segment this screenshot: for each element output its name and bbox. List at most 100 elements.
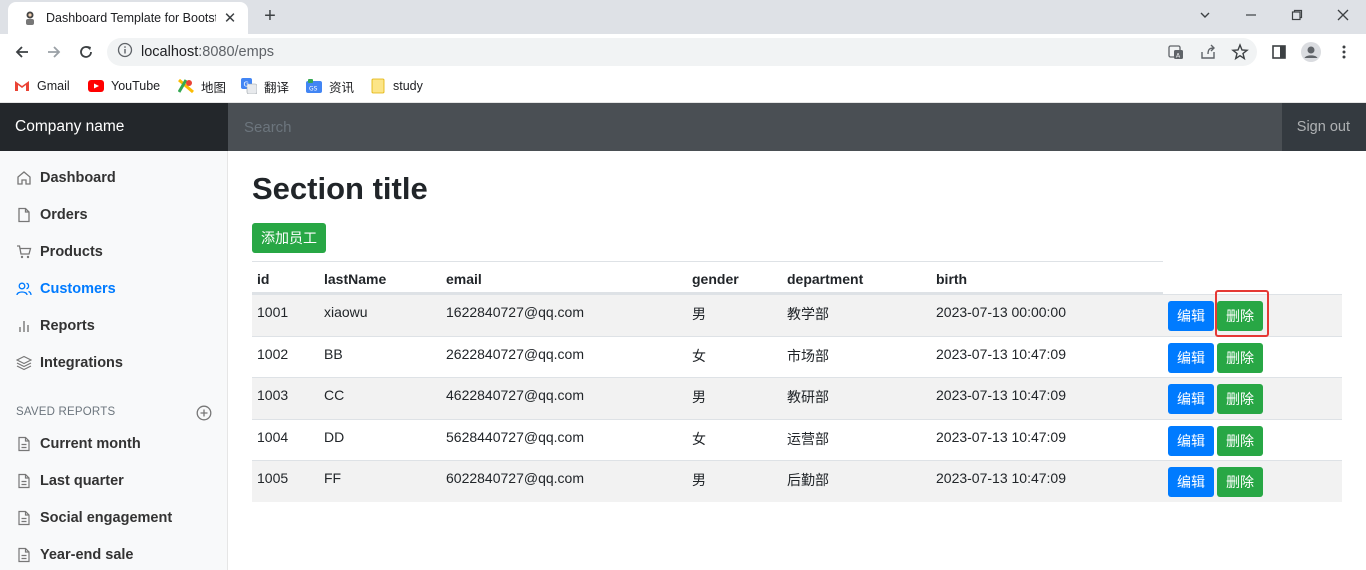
cell-gender: 男 [692,389,706,405]
maps-icon [178,78,194,94]
minimize-icon[interactable] [1228,0,1274,30]
cell-id: 1005 [257,470,289,486]
translate-page-icon[interactable]: A [1165,41,1187,63]
reload-icon[interactable] [72,38,100,66]
add-employee-button[interactable]: 添加员工 [252,223,326,253]
sidebar-item-reports[interactable]: Reports [16,314,95,338]
sidebar-item-customers[interactable]: Customers [16,277,116,301]
bookmark-gmail[interactable]: Gmail [14,76,70,96]
cell-lastname: DD [324,428,345,445]
back-icon[interactable] [8,38,36,66]
cell-birth: 2023-07-13 10:47:09 [936,470,1066,486]
table-row: 1001 xiaowu 1622840727@qq.com 男 教学部 2023… [252,294,1342,336]
users-icon [16,281,32,297]
saved-reports-heading: SAVED REPORTS [16,406,116,418]
add-report-icon[interactable] [196,405,212,421]
delete-button[interactable]: 删除 [1217,342,1263,373]
bookmark-youtube[interactable]: YouTube [88,76,160,96]
sidebar-item-orders[interactable]: Orders [16,203,88,227]
sidebar-item-label: Customers [40,281,116,297]
site-info-icon[interactable] [117,42,133,63]
svg-text:G: G [244,81,249,89]
sidebar-item-integrations[interactable]: Integrations [16,351,123,375]
sidebar-item-label: Products [40,244,103,260]
search-input[interactable] [228,103,1282,151]
layers-icon [16,355,32,371]
folder-icon [370,78,386,94]
new-tab-button[interactable]: + [258,4,282,28]
bookmark-star-icon[interactable] [1229,41,1251,63]
sidebar-item-social-engagement[interactable]: Social engagement [16,506,172,530]
side-panel-icon[interactable] [1268,41,1290,63]
app-navbar: Company name Sign out [0,103,1366,151]
news-icon: GS [306,78,322,94]
brand-link[interactable]: Company name [0,103,228,151]
sidebar-item-label: Year-end sale [40,547,134,563]
browser-tab[interactable]: Dashboard Template for Bootstrap ✕ [8,2,248,34]
bookmark-maps[interactable]: 地图 [178,76,226,96]
table-row: 1003 CC 4622840727@qq.com 男 教研部 2023-07-… [252,377,1342,419]
cell-gender: 男 [692,306,706,322]
cell-email: 1622840727@qq.com [446,304,584,320]
column-header-lastname: lastName [324,271,387,287]
sidebar-item-last-quarter[interactable]: Last quarter [16,469,124,493]
sidebar-item-label: Dashboard [40,170,116,186]
file-text-icon [16,510,32,526]
sign-out-link[interactable]: Sign out [1297,103,1350,151]
sidebar-item-products[interactable]: Products [16,240,103,264]
edit-button[interactable]: 编辑 [1168,467,1214,497]
sidebar-item-current-month[interactable]: Current month [16,432,141,456]
share-icon[interactable] [1197,41,1219,63]
menu-kebab-icon[interactable] [1333,41,1355,63]
close-window-icon[interactable] [1320,0,1366,30]
bookmark-label: 资讯 [329,80,355,95]
forward-icon[interactable] [40,38,68,66]
profile-avatar-icon[interactable] [1300,41,1322,63]
cell-lastname: BB [324,345,343,362]
sidebar-item-label: Last quarter [40,473,124,489]
bar-chart-icon [16,318,32,334]
favicon-icon [22,10,38,26]
cell-department: 市场部 [787,347,829,364]
cell-gender: 女 [692,347,706,364]
sidebar-item-year-end-sale[interactable]: Year-end sale [16,543,134,567]
bookmark-folder-study[interactable]: study [370,76,423,96]
restore-icon[interactable] [1274,0,1320,30]
bookmark-translate[interactable]: G 翻译 [241,76,289,96]
address-bar[interactable]: localhost:8080/emps [107,38,1257,66]
gmail-icon [14,78,30,94]
delete-button[interactable]: 删除 [1217,425,1263,456]
sidebar-item-dashboard[interactable]: Dashboard [16,166,116,190]
delete-button[interactable]: 删除 [1217,467,1263,497]
cell-department: 教研部 [787,389,829,405]
cell-lastname: FF [324,470,342,486]
sidebar-item-label: Reports [40,318,95,334]
svg-text:GS: GS [309,86,318,93]
cart-icon [16,244,32,260]
edit-button[interactable]: 编辑 [1168,425,1214,456]
file-text-icon [16,473,32,489]
cell-department: 后勤部 [787,472,829,488]
table-header: id lastName email gender department birt… [252,261,1163,294]
tab-close-icon[interactable]: ✕ [222,9,238,27]
cell-department: 运营部 [787,430,829,447]
cell-lastname: xiaowu [324,304,368,320]
column-header-birth: birth [936,271,968,287]
bookmark-news[interactable]: GS 资讯 [306,76,354,96]
delete-button[interactable]: 删除 [1217,384,1263,414]
tab-title: Dashboard Template for Bootstrap [46,11,216,25]
page-title: Section title [252,171,428,206]
url-text: localhost:8080/emps [141,44,274,60]
cell-email: 6022840727@qq.com [446,470,584,486]
column-header-id: id [257,271,270,287]
browser-toolbar: localhost:8080/emps A [0,34,1366,70]
main-content: Section title 添加员工 id lastName email gen… [228,151,1366,570]
cell-department: 教学部 [787,306,829,322]
cell-birth: 2023-07-13 10:47:09 [936,345,1066,362]
sidebar-item-label: Integrations [40,355,123,371]
tab-search-icon[interactable] [1182,0,1228,30]
edit-button[interactable]: 编辑 [1168,301,1214,331]
edit-button[interactable]: 编辑 [1168,342,1214,373]
edit-button[interactable]: 编辑 [1168,384,1214,414]
cell-lastname: CC [324,387,345,403]
